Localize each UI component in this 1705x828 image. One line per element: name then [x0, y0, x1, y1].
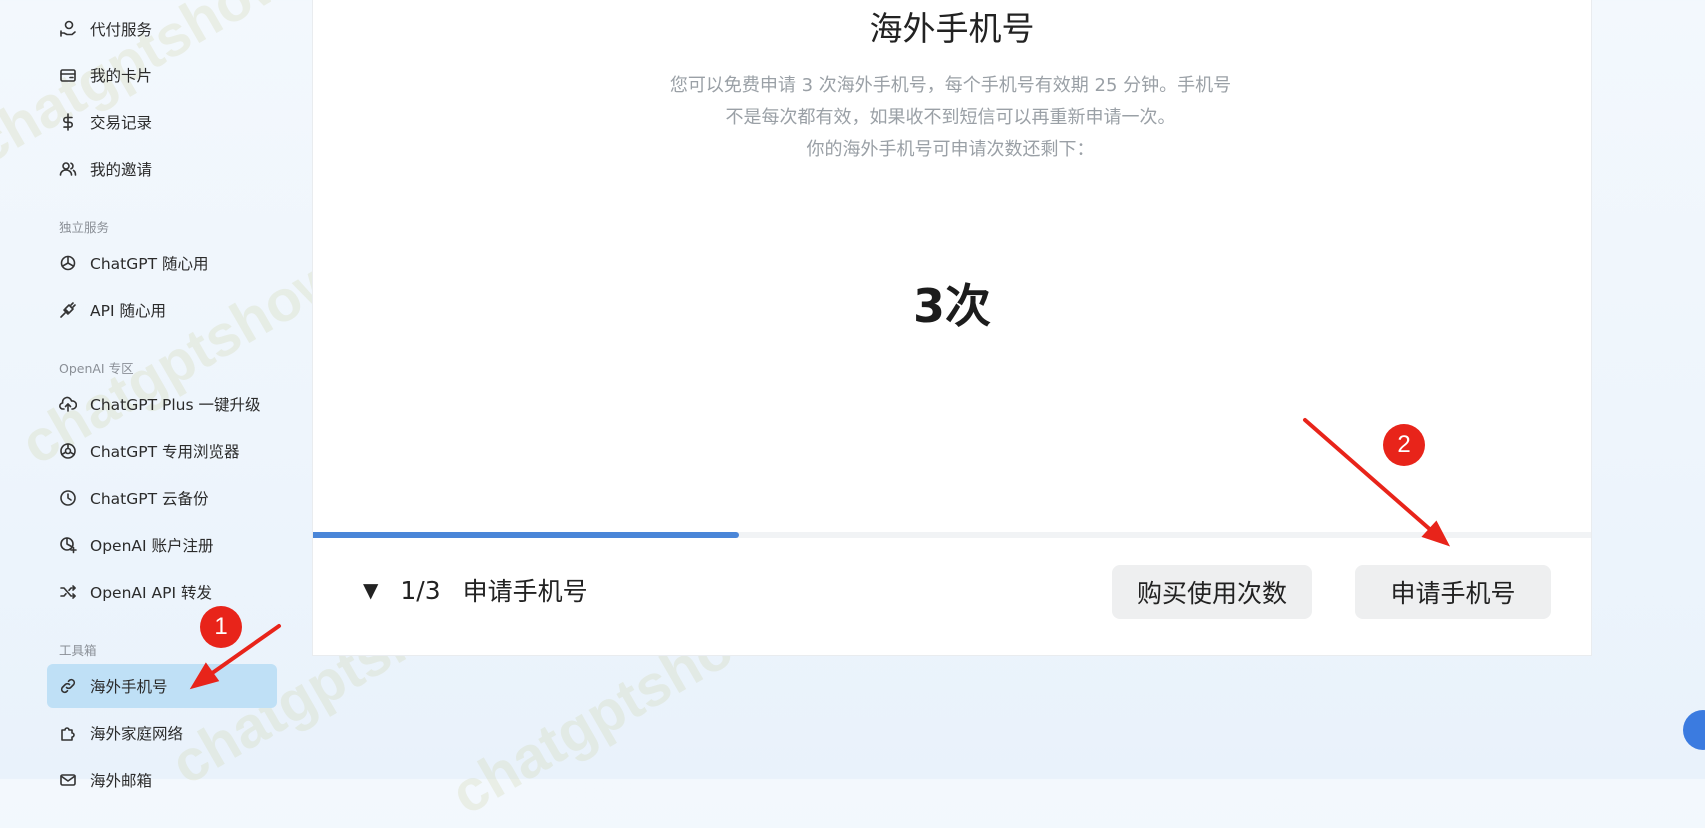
remaining-count: 3次 [912, 279, 991, 333]
mail-icon [59, 771, 77, 789]
card-icon [59, 66, 77, 84]
plug-icon [59, 301, 77, 319]
description-line: 不是每次都有效，如果收不到短信可以再重新申请一次。 [725, 107, 1176, 128]
sidebar-item-chatgpt-anytime[interactable]: ChatGPT 随心用 [47, 241, 277, 285]
openai-icon [59, 254, 77, 272]
progress-bar [313, 532, 1591, 538]
sidebar-item-openai-register[interactable]: OpenAI 账户注册 [47, 523, 277, 567]
sidebar-item-overseas-mail[interactable]: 海外邮箱 [47, 758, 277, 802]
sidebar-item-label: 代付服务 [90, 21, 153, 39]
sidebar-item-my-cards[interactable]: 我的卡片 [47, 53, 277, 97]
sidebar-item-label: 我的邀请 [90, 161, 153, 179]
users-icon [59, 160, 77, 178]
sidebar-item-label: OpenAI 账户注册 [90, 537, 214, 555]
annotation-badge-2: 2 [1383, 424, 1425, 466]
buy-usage-button[interactable]: 购买使用次数 [1112, 565, 1312, 619]
phone-apply-card: 海外手机号 您可以免费申请 3 次海外手机号，每个手机号有效期 25 分钟。手机… [312, 0, 1592, 656]
sidebar-item-label: API 随心用 [90, 302, 166, 320]
shuffle-icon [59, 583, 77, 601]
sidebar-item-home-network[interactable]: 海外家庭网络 [47, 711, 277, 755]
sidebar: 代付服务 我的卡片 交易记录 我的邀请 独立服务 ChatGPT 随心用 API… [0, 0, 310, 790]
description-line: 你的海外手机号可申请次数还剩下： [806, 139, 1095, 160]
sidebar-item-cloud-backup[interactable]: ChatGPT 云备份 [47, 476, 277, 520]
description: 您可以免费申请 3 次海外手机号，每个手机号有效期 25 分钟。手机号 不是每次… [643, 70, 1258, 166]
progress-fill [313, 532, 739, 538]
sidebar-item-label: ChatGPT Plus 一键升级 [90, 396, 261, 414]
sidebar-item-label: 海外家庭网络 [90, 725, 184, 743]
step-number: 1/3 [400, 575, 441, 605]
link-icon [59, 677, 77, 695]
sidebar-item-my-invites[interactable]: 我的邀请 [47, 147, 277, 191]
browser-icon [59, 442, 77, 460]
sidebar-item-label: ChatGPT 随心用 [90, 255, 209, 273]
sidebar-item-api-anytime[interactable]: API 随心用 [47, 288, 277, 332]
dollar-icon [59, 113, 77, 131]
openai-register-icon [59, 536, 77, 554]
sidebar-item-label: ChatGPT 专用浏览器 [90, 443, 240, 461]
description-line: 您可以免费申请 3 次海外手机号，每个手机号有效期 25 分钟。手机号 [669, 75, 1232, 96]
sidebar-item-browser[interactable]: ChatGPT 专用浏览器 [47, 429, 277, 473]
section-label-openai: OpenAI 专区 [59, 361, 134, 376]
step-label: 申请手机号 [462, 577, 588, 606]
payment-hand-icon [59, 20, 77, 38]
floating-action-button[interactable] [1683, 710, 1705, 750]
sidebar-item-label: 海外手机号 [90, 678, 168, 696]
sidebar-item-label: 我的卡片 [90, 67, 153, 85]
sidebar-item-payment-service[interactable]: 代付服务 [47, 7, 277, 51]
sidebar-item-label: ChatGPT 云备份 [90, 490, 209, 508]
sidebar-item-label: OpenAI API 转发 [90, 584, 212, 602]
sidebar-item-api-forward[interactable]: OpenAI API 转发 [47, 570, 277, 614]
sidebar-item-plus-upgrade[interactable]: ChatGPT Plus 一键升级 [47, 382, 277, 426]
clock-icon [59, 489, 77, 507]
annotation-badge-1: 1 [200, 606, 242, 648]
cloud-upload-icon [59, 395, 77, 413]
step-indicator: ▼ 1/3 申请手机号 [363, 565, 588, 615]
section-label-independent: 独立服务 [59, 220, 110, 235]
sidebar-item-transactions[interactable]: 交易记录 [47, 100, 277, 144]
sidebar-item-label: 交易记录 [90, 114, 153, 132]
sidebar-item-overseas-phone[interactable]: 海外手机号 [47, 664, 277, 708]
section-label-tools: 工具箱 [59, 643, 97, 658]
sidebar-item-label: 海外邮箱 [90, 772, 153, 790]
apply-phone-button[interactable]: 申请手机号 [1355, 565, 1551, 619]
page-title: 海外手机号 [869, 9, 1035, 48]
triangle-down-icon[interactable]: ▼ [363, 578, 378, 602]
puzzle-icon [59, 724, 77, 742]
